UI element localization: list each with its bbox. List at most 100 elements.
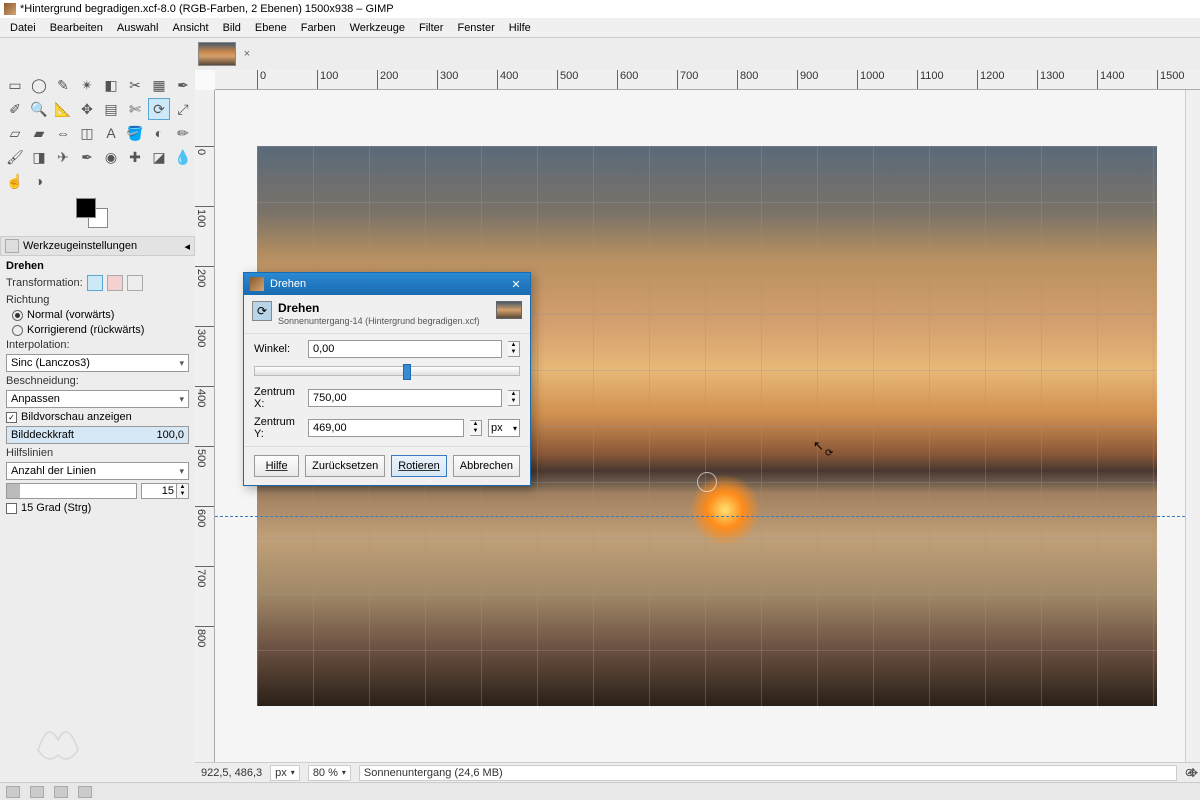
ellipse-select-tool-icon[interactable]: ◯ [28,74,50,96]
angle-spinner[interactable]: ▲▼ [508,341,520,357]
scale-tool-icon[interactable]: ⤢ [172,98,194,120]
heal-tool-icon[interactable]: ✚ [124,146,146,168]
rotate-header-icon: ⟳ [252,301,272,321]
dialog-titlebar[interactable]: Drehen ✕ [244,273,530,295]
center-x-label: Zentrum X: [254,386,302,410]
direction-corrective-radio[interactable]: Korrigierend (rückwärts) [6,324,189,336]
crop-tool-icon[interactable]: ✄ [124,98,146,120]
rotate-button[interactable]: Rotieren [391,455,447,477]
menu-filter[interactable]: Filter [413,20,449,36]
menu-bearbeiten[interactable]: Bearbeiten [44,20,109,36]
guide-lines-field[interactable]: ▲▼ [141,483,189,499]
menu-werkzeuge[interactable]: Werkzeuge [344,20,411,36]
smudge-tool-icon[interactable]: ☝ [4,170,26,192]
menu-bild[interactable]: Bild [217,20,247,36]
bucket-tool-icon[interactable]: 🪣 [124,122,146,144]
dock-tab-icon[interactable] [5,239,19,253]
perspective-tool-icon[interactable]: ▰ [28,122,50,144]
shear-tool-icon[interactable]: ▱ [4,122,26,144]
brush-tool-icon[interactable]: 🖌 [4,146,26,168]
dialog-close-icon[interactable]: ✕ [508,276,524,292]
dodge-tool-icon[interactable]: ◑ [28,170,50,192]
status-zoom-select[interactable]: 80 % [308,765,351,781]
close-document-icon[interactable]: × [240,47,254,61]
menu-hilfe[interactable]: Hilfe [503,20,537,36]
cancel-button[interactable]: Abbrechen [453,455,520,477]
rect-select-tool-icon[interactable]: ▭ [4,74,26,96]
gradient-tool-icon[interactable]: ◐ [148,122,170,144]
cage-tool-icon[interactable]: ◫ [76,122,98,144]
eraser-tool-icon[interactable]: ◨ [28,146,50,168]
zoom-tool-icon[interactable]: 🔍 [28,98,50,120]
pencil-tool-icon[interactable]: ✏ [172,122,194,144]
horizontal-ruler[interactable]: 0 100 200 300 400 500 600 700 800 900 10… [215,70,1200,90]
dialog-preview-thumb [496,301,522,319]
clone-tool-icon[interactable]: ◉ [100,146,122,168]
menubar[interactable]: Datei Bearbeiten Auswahl Ansicht Bild Eb… [0,18,1200,38]
center-y-spinner[interactable]: ▲▼ [470,420,482,436]
eyedropper-tool-icon[interactable]: ✐ [4,98,26,120]
dock-menu-icon[interactable]: ◂ [184,240,190,253]
menu-fenster[interactable]: Fenster [451,20,500,36]
menu-ansicht[interactable]: Ansicht [166,20,214,36]
nav-corner-icon[interactable]: ✥ [1188,766,1198,780]
opacity-slider[interactable]: Bilddeckkraft 100,0 [6,426,189,444]
dialog-heading: Drehen [278,301,319,315]
taskbar-item[interactable] [6,786,20,798]
fg-color[interactable] [76,198,96,218]
horizontal-guide[interactable] [215,516,1185,517]
menu-datei[interactable]: Datei [4,20,42,36]
color-swatches[interactable] [0,196,195,236]
menu-auswahl[interactable]: Auswahl [111,20,165,36]
fg-select-tool-icon[interactable]: ▦ [148,74,170,96]
constrain-15-checkbox[interactable]: 15 Grad (Strg) [6,502,189,514]
menu-ebene[interactable]: Ebene [249,20,293,36]
guides-select[interactable]: Anzahl der Linien [6,462,189,480]
transform-path-icon[interactable] [127,275,143,291]
direction-normal-radio[interactable]: Normal (vorwärts) [6,309,189,321]
rotation-center-icon[interactable] [697,472,717,492]
taskbar-item[interactable] [54,786,68,798]
preview-checkbox[interactable]: ✓Bildvorschau anzeigen [6,411,189,423]
taskbar-item[interactable] [30,786,44,798]
clipping-select[interactable]: Anpassen [6,390,189,408]
wand-tool-icon[interactable]: ✴ [76,74,98,96]
dock-title: Werkzeugeinstellungen [23,240,137,252]
transform-layer-icon[interactable] [87,275,103,291]
move-tool-icon[interactable]: ✥ [76,98,98,120]
reset-button[interactable]: Zurücksetzen [305,455,385,477]
paths-tool-icon[interactable]: ✒ [172,74,194,96]
bycolor-select-tool-icon[interactable]: ◧ [100,74,122,96]
text-tool-icon[interactable]: A [100,122,122,144]
flip-tool-icon[interactable]: ⇔ [52,122,74,144]
guides-label: Hilfslinien [6,447,189,459]
vertical-scrollbar[interactable] [1185,90,1200,767]
perspective-clone-tool-icon[interactable]: ◪ [148,146,170,168]
transform-selection-icon[interactable] [107,275,123,291]
menu-farben[interactable]: Farben [295,20,342,36]
tool-options-header[interactable]: Werkzeugeinstellungen ◂ [0,236,195,256]
lasso-tool-icon[interactable]: ✎ [52,74,74,96]
guide-density-slider[interactable] [6,483,137,499]
angle-slider[interactable] [254,366,520,376]
angle-label: Winkel: [254,343,302,355]
ink-tool-icon[interactable]: ✒ [76,146,98,168]
taskbar-item[interactable] [78,786,92,798]
align-tool-icon[interactable]: ▤ [100,98,122,120]
center-x-input[interactable] [308,389,502,407]
blur-tool-icon[interactable]: 💧 [172,146,194,168]
help-button[interactable]: Hilfe [254,455,299,477]
angle-input[interactable] [308,340,502,358]
scissors-tool-icon[interactable]: ✂ [124,74,146,96]
rotate-cursor-icon: ⟳ [825,448,833,459]
status-unit-select[interactable]: px [270,765,300,781]
center-y-input[interactable] [308,419,464,437]
measure-tool-icon[interactable]: 📐 [52,98,74,120]
unit-select[interactable]: px [488,419,520,437]
interpolation-select[interactable]: Sinc (Lanczos3) [6,354,189,372]
airbrush-tool-icon[interactable]: ✈ [52,146,74,168]
document-thumb[interactable] [198,42,236,66]
vertical-ruler[interactable]: 0 100 200 300 400 500 600 700 800 [195,90,215,767]
rotate-tool-icon[interactable]: ⟳ [148,98,170,120]
center-x-spinner[interactable]: ▲▼ [508,390,520,406]
